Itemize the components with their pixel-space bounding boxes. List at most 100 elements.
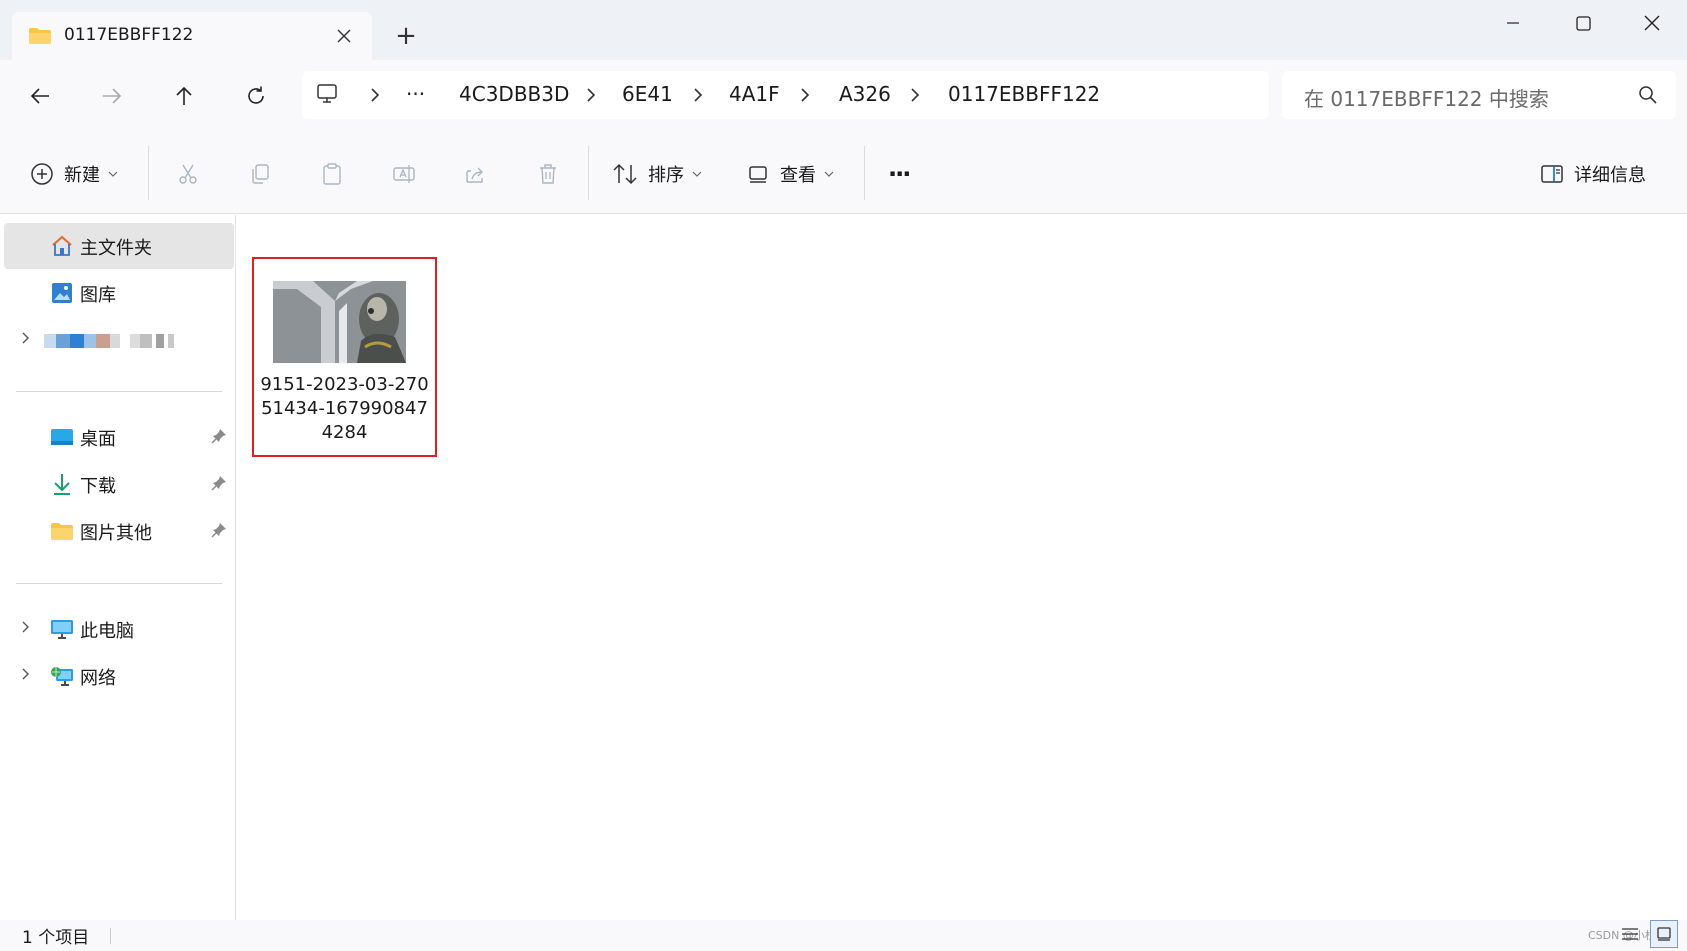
pin-icon[interactable] bbox=[210, 521, 228, 539]
toolbar-divider bbox=[864, 146, 865, 200]
file-name: 9151-2023-03-27051434-1679908474284 bbox=[260, 374, 429, 443]
navigation-bar: ··· 4C3DBB3D 6E41 4A1F A326 0117EBBFF122… bbox=[0, 60, 1687, 132]
more-icon: ··· bbox=[888, 160, 911, 188]
sort-icon bbox=[613, 163, 637, 185]
trash-icon bbox=[540, 164, 556, 184]
maximize-button[interactable] bbox=[1548, 0, 1618, 46]
sort-button[interactable]: 排序 bbox=[612, 154, 702, 194]
plus-circle-icon bbox=[31, 163, 53, 185]
sidebar-item-gallery[interactable]: 图库 bbox=[4, 270, 234, 316]
sidebar-item-network[interactable]: 网络 bbox=[4, 653, 234, 699]
sidebar-item-account[interactable] bbox=[4, 317, 234, 363]
sidebar-item-desktop[interactable]: 桌面 bbox=[4, 414, 234, 460]
rename-button[interactable] bbox=[388, 158, 420, 190]
breadcrumb-item[interactable]: A326 bbox=[839, 82, 891, 106]
chevron-right-icon bbox=[587, 88, 596, 102]
breadcrumb-item[interactable]: 4C3DBB3D bbox=[459, 82, 569, 106]
computer-icon bbox=[51, 620, 73, 639]
sidebar-item-pictures-other[interactable]: 图片其他 bbox=[4, 508, 234, 554]
sidebar-item-label: 桌面 bbox=[80, 429, 116, 450]
more-options-button[interactable]: ··· bbox=[888, 154, 911, 194]
refresh-button[interactable] bbox=[238, 78, 274, 114]
minimize-icon bbox=[1507, 22, 1519, 24]
thumbnail-view-button[interactable] bbox=[1650, 920, 1678, 948]
home-icon bbox=[52, 235, 72, 256]
tab-current-folder[interactable]: 0117EBBFF122 bbox=[12, 12, 372, 60]
status-bar: 1 个项目 CSDN @小杜 bbox=[0, 920, 1687, 951]
share-button[interactable] bbox=[460, 158, 492, 190]
refresh-icon bbox=[248, 86, 264, 104]
sidebar-item-this-pc[interactable]: 此电脑 bbox=[4, 606, 234, 652]
chevron-right-icon bbox=[371, 88, 380, 102]
new-tab-button[interactable]: + bbox=[390, 20, 422, 52]
image-thumbnail bbox=[273, 281, 406, 363]
details-label: 详细信息 bbox=[1574, 165, 1646, 186]
sidebar-item-home[interactable]: 主文件夹 bbox=[4, 223, 234, 269]
chevron-right-icon[interactable] bbox=[18, 620, 32, 634]
up-button[interactable] bbox=[166, 78, 202, 114]
toolbar-divider bbox=[148, 146, 149, 200]
chevron-down-icon bbox=[692, 171, 702, 177]
back-button[interactable] bbox=[22, 78, 58, 114]
chevron-right-icon bbox=[801, 88, 810, 102]
pin-icon[interactable] bbox=[210, 427, 228, 445]
close-icon bbox=[1644, 15, 1660, 31]
forward-button[interactable] bbox=[94, 78, 130, 114]
pin-icon[interactable] bbox=[210, 474, 228, 492]
maximize-icon bbox=[1575, 15, 1591, 31]
chevron-right-icon bbox=[694, 88, 703, 102]
file-item[interactable]: 9151-2023-03-27051434-1679908474284 bbox=[252, 257, 437, 457]
copy-icon bbox=[252, 164, 269, 184]
sidebar-item-label: 网络 bbox=[80, 668, 116, 689]
address-bar[interactable]: ··· 4C3DBB3D 6E41 4A1F A326 0117EBBFF122 bbox=[302, 71, 1269, 119]
sidebar-item-label: 此电脑 bbox=[80, 621, 134, 642]
sidebar-divider bbox=[16, 391, 222, 392]
folder-icon bbox=[51, 523, 73, 540]
tiles-view-icon bbox=[1657, 927, 1671, 941]
download-icon bbox=[54, 474, 70, 495]
chevron-right-icon[interactable] bbox=[18, 331, 32, 345]
new-button[interactable]: 新建 bbox=[30, 154, 118, 194]
breadcrumb-overflow[interactable]: ··· bbox=[406, 82, 425, 106]
sidebar-item-label: 下载 bbox=[80, 476, 116, 497]
list-view-icon bbox=[1622, 928, 1638, 940]
search-icon[interactable] bbox=[1638, 85, 1658, 105]
clipboard-icon bbox=[323, 163, 341, 185]
gallery-icon bbox=[52, 283, 72, 303]
copy-button[interactable] bbox=[244, 158, 276, 190]
redacted-account-name bbox=[44, 334, 174, 348]
details-view-button[interactable] bbox=[1616, 920, 1644, 948]
breadcrumb-item[interactable]: 6E41 bbox=[622, 82, 673, 106]
rename-icon bbox=[393, 165, 415, 183]
sort-label: 排序 bbox=[648, 165, 684, 186]
file-list-area[interactable]: 9151-2023-03-27051434-1679908474284 bbox=[237, 215, 1687, 920]
scissors-icon bbox=[179, 164, 197, 184]
toolbar-divider bbox=[588, 146, 589, 200]
chevron-right-icon bbox=[911, 88, 920, 102]
tab-close-icon[interactable] bbox=[328, 20, 360, 52]
sidebar-item-label: 图片其他 bbox=[80, 523, 152, 544]
view-label: 查看 bbox=[780, 165, 816, 186]
sidebar-item-label: 图库 bbox=[80, 285, 116, 306]
share-icon bbox=[466, 167, 483, 183]
close-window-button[interactable] bbox=[1617, 0, 1687, 46]
search-box[interactable]: 在 0117EBBFF122 中搜索 bbox=[1282, 71, 1676, 119]
delete-button[interactable] bbox=[532, 158, 564, 190]
navigation-pane: 主文件夹 图库 桌面 下载 图片其他 此电脑 网络 bbox=[0, 215, 236, 920]
breadcrumb-current[interactable]: 0117EBBFF122 bbox=[948, 82, 1100, 106]
minimize-button[interactable] bbox=[1478, 0, 1548, 46]
title-bar: 0117EBBFF122 + bbox=[0, 0, 1687, 60]
chevron-down-icon bbox=[108, 171, 118, 177]
network-icon bbox=[51, 667, 73, 686]
sidebar-item-downloads[interactable]: 下载 bbox=[4, 461, 234, 507]
search-placeholder: 在 0117EBBFF122 中搜索 bbox=[1304, 87, 1549, 111]
view-button[interactable]: 查看 bbox=[748, 154, 834, 194]
breadcrumb-item[interactable]: 4A1F bbox=[729, 82, 780, 106]
command-bar: 新建 排序 查看 ··· 详细信息 bbox=[0, 132, 1687, 214]
details-pane-icon bbox=[1541, 165, 1563, 183]
chevron-down-icon bbox=[824, 171, 834, 177]
chevron-right-icon[interactable] bbox=[18, 667, 32, 681]
cut-button[interactable] bbox=[172, 158, 204, 190]
details-pane-button[interactable]: 详细信息 bbox=[1540, 154, 1646, 194]
paste-button[interactable] bbox=[316, 158, 348, 190]
